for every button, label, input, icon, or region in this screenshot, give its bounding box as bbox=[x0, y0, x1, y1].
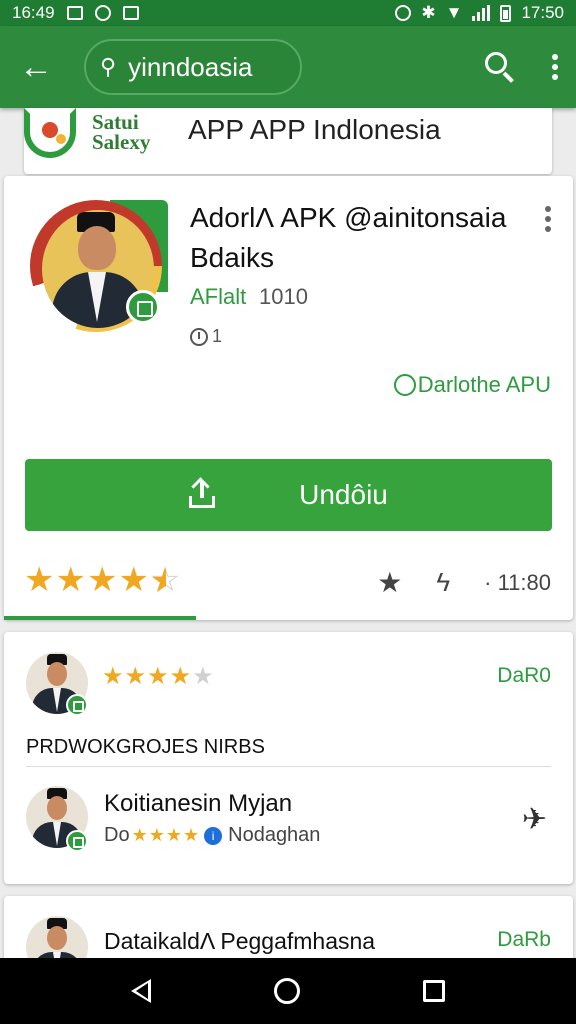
nav-recents-icon[interactable] bbox=[422, 980, 445, 1002]
install-button-label: Undôiu bbox=[299, 479, 388, 510]
back-arrow-icon[interactable]: ← bbox=[14, 45, 58, 89]
app-icon bbox=[30, 200, 168, 332]
app-more-options-icon[interactable] bbox=[545, 206, 551, 232]
wifi-icon: ▼ bbox=[445, 3, 463, 22]
item-sub-prefix: Do bbox=[104, 824, 130, 846]
app-detail-card: AdorlΛ APK @ainitonsaia Bdaiks AFlalt 10… bbox=[4, 176, 573, 620]
divider bbox=[26, 766, 551, 767]
review-tag[interactable]: DaR0 bbox=[497, 664, 551, 688]
sync-icon bbox=[94, 5, 111, 21]
info-badge-icon: i bbox=[204, 826, 223, 845]
bluetooth-icon: ✱ bbox=[421, 3, 436, 22]
search-icon: ⚲ bbox=[100, 54, 117, 79]
navigation-bar bbox=[0, 958, 576, 1024]
brand-logo-icon bbox=[24, 108, 76, 158]
overflow-menu-icon[interactable] bbox=[548, 54, 562, 80]
developer-link-label: Darlothe APU bbox=[417, 372, 551, 397]
nav-home-icon[interactable] bbox=[273, 978, 300, 1004]
search-input[interactable] bbox=[128, 51, 289, 83]
alarm-icon bbox=[395, 5, 412, 21]
notification-icon bbox=[66, 6, 83, 20]
developer-link[interactable]: Darlothe APU bbox=[393, 372, 551, 398]
reviewer-badge-icon bbox=[66, 694, 88, 716]
app-version: 1010 bbox=[259, 284, 308, 309]
section-title: PRDWOKGROJES NIRBS bbox=[26, 736, 265, 758]
app-stats: ★ ϟ · 11:80 bbox=[377, 566, 551, 599]
list-item-tag[interactable]: DaRb bbox=[497, 928, 551, 952]
app-name: AdorlΛ APK @ainitonsaia Bdaiks bbox=[190, 202, 507, 273]
brand-name: Satui Salexy bbox=[92, 110, 151, 154]
install-button[interactable]: Undôiu bbox=[25, 459, 552, 531]
send-icon[interactable]: ✈ bbox=[522, 802, 547, 837]
app-bar: ← ⚲ bbox=[0, 26, 576, 108]
battery-icon bbox=[500, 4, 512, 22]
list-item-title: DataikaldΛ Peggafmhasna bbox=[104, 928, 376, 954]
nav-back-icon[interactable] bbox=[131, 979, 152, 1003]
star-icon[interactable]: ★ bbox=[377, 566, 402, 599]
signal-icon bbox=[472, 5, 491, 21]
search-button-icon[interactable] bbox=[482, 49, 518, 85]
review-stars: ★★★★★ bbox=[102, 663, 215, 690]
lightning-icon[interactable]: ϟ bbox=[436, 567, 450, 598]
item-sub-suffix: Nodaghan bbox=[228, 824, 321, 846]
app-rating-stars: ★★★★☆★ bbox=[24, 561, 182, 600]
download-icon bbox=[189, 482, 216, 508]
status-time-left: 16:49 bbox=[12, 3, 55, 22]
stats-value: · 11:80 bbox=[484, 569, 551, 595]
status-bar: 16:49 ✱ ▼ 17:50 bbox=[0, 0, 576, 26]
list-item-badge-icon bbox=[66, 830, 88, 852]
tab-indicator bbox=[4, 616, 196, 620]
list-item-name[interactable]: Koitianesin Myjan bbox=[104, 790, 292, 818]
header-card: Satui Salexy APP APP Indlonesia bbox=[24, 108, 552, 174]
list-item-card[interactable]: DataikaldΛ Peggafmhasna DaRb bbox=[4, 896, 573, 978]
item-stars: ★★★★ bbox=[131, 825, 201, 845]
verified-badge-icon bbox=[126, 290, 160, 324]
app-meta: 1 bbox=[190, 326, 222, 347]
status-time-right: 17:50 bbox=[521, 3, 564, 22]
review-card: ★★★★★ DaR0 PRDWOKGROJES NIRBS Koitianesi… bbox=[4, 632, 573, 884]
clock-icon bbox=[190, 327, 208, 346]
at-icon bbox=[393, 374, 416, 396]
search-box[interactable]: ⚲ bbox=[84, 39, 302, 95]
image-icon bbox=[122, 6, 139, 20]
app-developer[interactable]: AFlalt bbox=[190, 284, 246, 310]
list-item-subtitle: Do ★★★★ i Nodaghan bbox=[104, 824, 320, 847]
app-meta-count: 1 bbox=[212, 326, 223, 346]
header-title[interactable]: APP APP Indlonesia bbox=[188, 114, 441, 146]
